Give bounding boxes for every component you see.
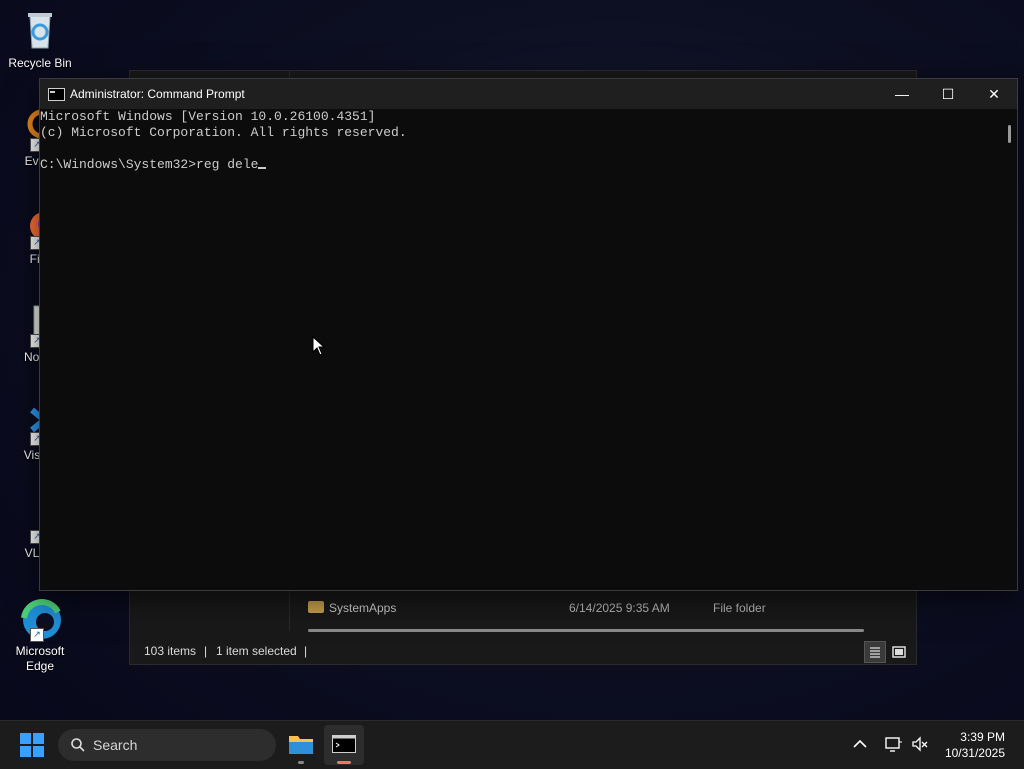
close-button[interactable]: ✕ <box>971 79 1017 109</box>
taskbar-file-explorer[interactable] <box>281 725 321 765</box>
volume-button[interactable] <box>911 736 929 755</box>
network-status-button[interactable] <box>885 736 903 755</box>
folder-icon <box>308 601 324 613</box>
console-prompt-line[interactable]: C:\Windows\System32>reg dele <box>40 157 267 173</box>
desktop-icon-label: Recycle Bin <box>8 56 72 70</box>
prompt-input-text: C:\Windows\System32>reg dele <box>40 157 259 172</box>
recycle-bin-icon <box>18 8 62 52</box>
command-prompt-icon <box>332 735 356 753</box>
chevron-up-icon <box>853 739 867 748</box>
app-active-indicator <box>337 761 351 764</box>
console-line: (c) Microsoft Corporation. All rights re… <box>40 125 407 140</box>
file-row[interactable]: SystemApps 6/14/2025 9:35 AM File folder <box>308 599 888 619</box>
taskbar-command-prompt[interactable] <box>324 725 364 765</box>
mouse-pointer-icon <box>312 336 326 356</box>
desktop-icon-edge[interactable]: ↗ Microsoft Edge <box>2 596 78 674</box>
large-icons-view-icon <box>892 646 906 658</box>
status-divider: | <box>304 644 308 658</box>
horizontal-scrollbar[interactable] <box>308 629 864 632</box>
app-running-indicator <box>298 761 304 764</box>
file-type: File folder <box>713 601 766 615</box>
taskbar-clock[interactable]: 3:39 PM 10/31/2025 <box>945 729 1005 761</box>
file-name: SystemApps <box>329 601 397 615</box>
text-cursor <box>258 167 267 169</box>
clock-time: 3:39 PM <box>960 730 1005 744</box>
command-prompt-icon <box>48 88 65 101</box>
status-divider: | <box>204 644 208 658</box>
shortcut-arrow-icon: ↗ <box>30 628 44 642</box>
file-date-modified: 6/14/2025 9:35 AM <box>569 601 670 615</box>
vertical-scrollbar[interactable] <box>1008 125 1011 143</box>
maximize-button[interactable]: ☐ <box>925 79 971 109</box>
console-line: Microsoft Windows [Version 10.0.26100.43… <box>40 109 376 124</box>
taskbar-search-box[interactable]: Search <box>58 729 276 761</box>
start-button[interactable] <box>20 733 44 757</box>
console-output[interactable]: Microsoft Windows [Version 10.0.26100.43… <box>40 109 1000 589</box>
desktop-icon-recycle-bin[interactable]: Recycle Bin <box>2 8 78 71</box>
minimize-button[interactable]: — <box>879 79 925 109</box>
desktop-icon-label: Microsoft <box>15 644 65 658</box>
details-view-icon <box>870 647 880 658</box>
window-title: Administrator: Command Prompt <box>70 87 245 101</box>
large-icons-view-button[interactable] <box>888 641 910 663</box>
taskbar: Search 3:39 PM 10/31/2025 <box>0 720 1024 769</box>
command-prompt-window[interactable]: Administrator: Command Prompt — ☐ ✕ Micr… <box>39 78 1018 591</box>
desktop-icon-label: Edge <box>25 659 55 673</box>
selection-count: 1 item selected <box>216 644 297 658</box>
file-explorer-icon <box>289 736 313 754</box>
search-icon <box>71 738 85 752</box>
volume-muted-icon <box>912 736 928 752</box>
tray-overflow-button[interactable] <box>853 737 867 752</box>
network-icon <box>885 737 902 752</box>
details-view-button[interactable] <box>864 641 886 663</box>
title-bar[interactable]: Administrator: Command Prompt — ☐ ✕ <box>40 79 1017 109</box>
status-bar: 103 items | 1 item selected | <box>130 639 916 663</box>
clock-date: 10/31/2025 <box>944 746 1005 760</box>
search-label: Search <box>93 737 138 753</box>
microsoft-edge-icon: ↗ <box>18 596 62 642</box>
item-count: 103 items <box>144 644 197 658</box>
